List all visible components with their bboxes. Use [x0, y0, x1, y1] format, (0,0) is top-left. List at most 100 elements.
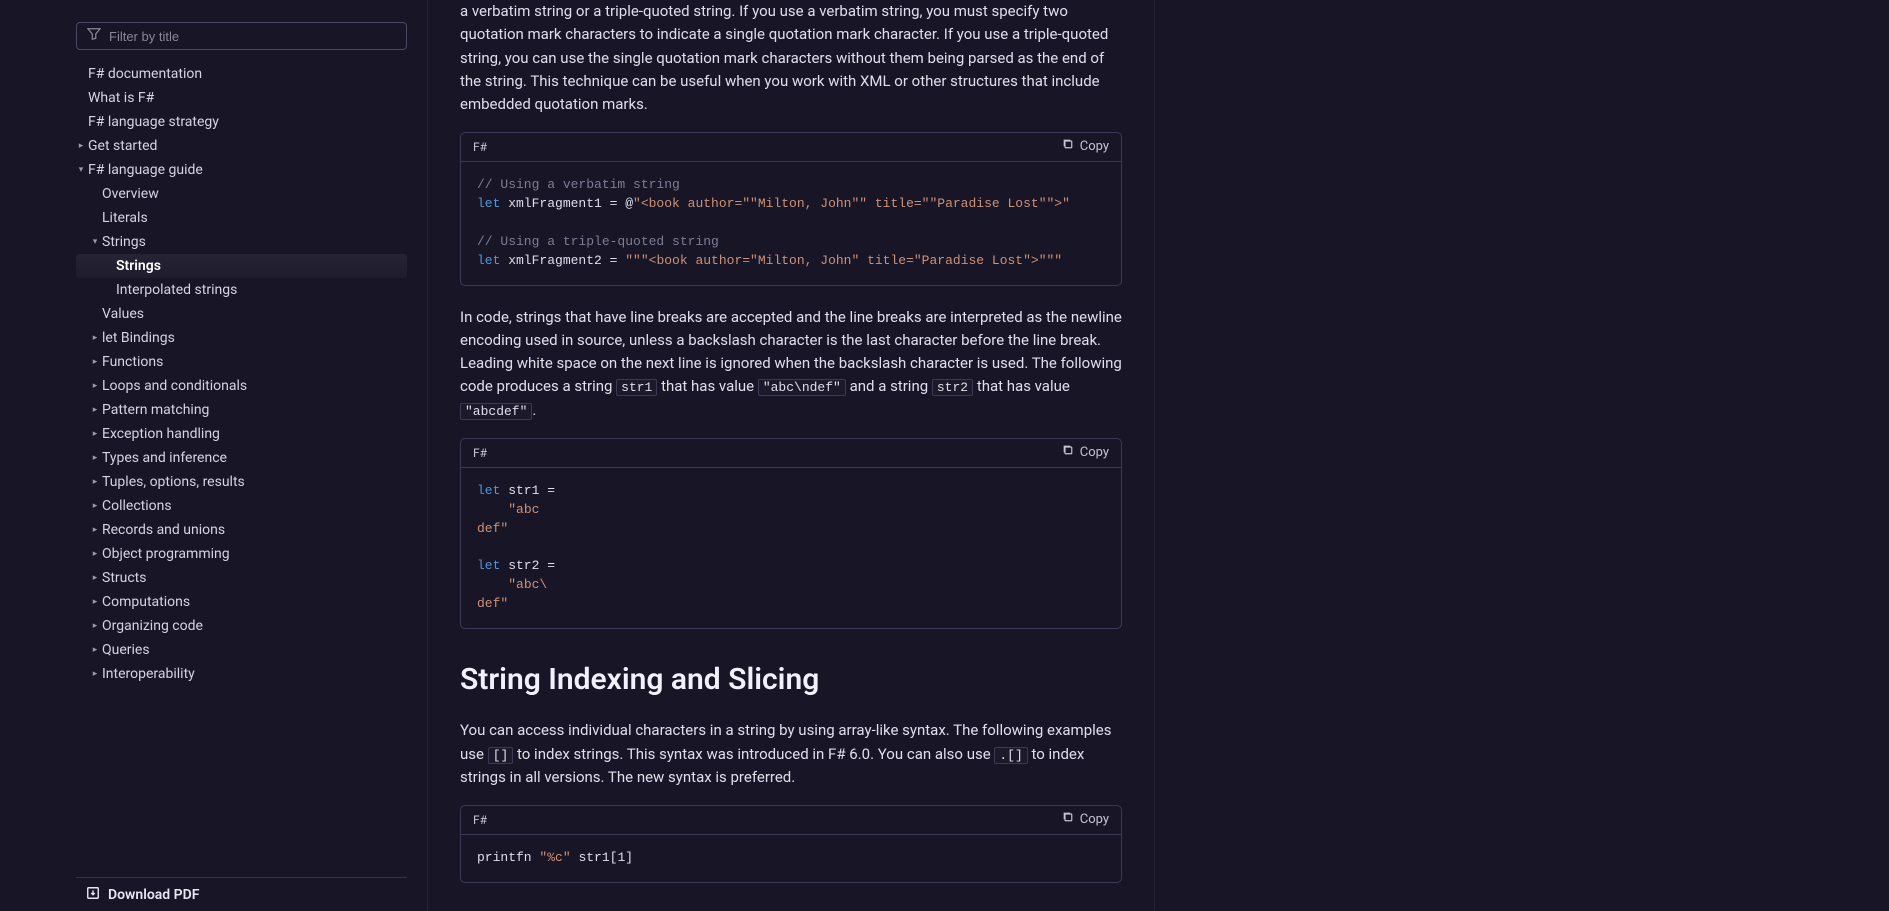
toc-item-label: Get started — [88, 138, 157, 154]
toc-item[interactable]: ▸Tuples, options, results — [76, 470, 407, 494]
toc-item-label: Computations — [102, 594, 190, 610]
chevron-right-icon: ▸ — [90, 333, 100, 343]
copy-icon — [1062, 137, 1074, 157]
toc-item[interactable]: Overview — [76, 182, 407, 206]
toc-item[interactable]: ▸Organizing code — [76, 614, 407, 638]
code-block: F# Copy printfn "%c" str1[1] — [460, 805, 1122, 883]
right-gutter — [1155, 0, 1889, 911]
toc-item[interactable]: Values — [76, 302, 407, 326]
chevron-down-icon: ▾ — [76, 165, 86, 175]
toc-item-label: Interoperability — [102, 666, 195, 682]
download-pdf-button[interactable]: Download PDF — [76, 877, 407, 911]
chevron-right-icon: ▸ — [90, 621, 100, 631]
toc-item[interactable]: ▸Pattern matching — [76, 398, 407, 422]
download-icon — [86, 886, 100, 904]
toc-item[interactable]: ▸Exception handling — [76, 422, 407, 446]
toc-item[interactable]: ▸Object programming — [76, 542, 407, 566]
chevron-right-icon: ▸ — [90, 645, 100, 655]
copy-icon — [1062, 810, 1074, 830]
toc-item[interactable]: ▸Queries — [76, 638, 407, 662]
toc-item-label: Functions — [102, 354, 163, 370]
chevron-right-icon: ▸ — [90, 477, 100, 487]
toc-item[interactable]: ▸Get started — [76, 134, 407, 158]
chevron-right-icon: ▸ — [90, 549, 100, 559]
toc-item[interactable]: ▸Structs — [76, 566, 407, 590]
filter-box[interactable] — [76, 22, 407, 50]
chevron-right-icon: ▸ — [90, 501, 100, 511]
toc-item-label: Exception handling — [102, 426, 220, 442]
chevron-right-icon: ▸ — [90, 381, 100, 391]
toc-item-label: Types and inference — [102, 450, 227, 466]
article-content: a verbatim string or a triple-quoted str… — [428, 0, 1155, 911]
code-block: F# Copy let str1 = "abc def" let str2 = … — [460, 438, 1122, 629]
table-of-contents: F# documentation What is F# F# language st… — [76, 62, 407, 877]
toc-item-label: Records and unions — [102, 522, 225, 538]
toc-item-label: Strings — [102, 234, 146, 250]
chevron-right-icon: ▸ — [90, 525, 100, 535]
toc-item-label: Organizing code — [102, 618, 203, 634]
toc-item-label: Structs — [102, 570, 147, 586]
toc-item[interactable]: ▸Computations — [76, 590, 407, 614]
toc-item[interactable]: ▾Strings — [76, 230, 407, 254]
inline-code: "abc\ndef" — [758, 379, 846, 396]
filter-icon — [87, 27, 101, 45]
code-content: printfn "%c" str1[1] — [461, 835, 1121, 882]
toc-item-label: F# documentation — [88, 66, 202, 82]
toc-item[interactable]: ▸Records and unions — [76, 518, 407, 542]
toc-item[interactable]: ▸Loops and conditionals — [76, 374, 407, 398]
toc-item-label: Strings — [116, 258, 161, 274]
copy-button[interactable]: Copy — [1062, 810, 1109, 830]
filter-input[interactable] — [101, 29, 396, 44]
code-lang-label: F# — [473, 811, 487, 830]
toc-item[interactable]: ▸Functions — [76, 350, 407, 374]
inline-code: str1 — [616, 379, 657, 396]
toc-item-label: Object programming — [102, 546, 230, 562]
sidebar: F# documentation What is F# F# language st… — [0, 0, 428, 911]
code-lang-label: F# — [473, 138, 487, 157]
chevron-right-icon: ▸ — [90, 597, 100, 607]
toc-item[interactable]: F# language strategy — [76, 110, 407, 134]
download-label: Download PDF — [108, 887, 199, 903]
toc-item-label: Interpolated strings — [116, 282, 237, 298]
chevron-right-icon: ▸ — [90, 573, 100, 583]
section-heading: String Indexing and Slicing — [460, 657, 1122, 704]
toc-item[interactable]: F# documentation — [76, 62, 407, 86]
copy-button[interactable]: Copy — [1062, 443, 1109, 463]
inline-code: str2 — [932, 379, 973, 396]
toc-item-label: F# language guide — [88, 162, 203, 178]
paragraph: a verbatim string or a triple-quoted str… — [460, 0, 1122, 116]
copy-button[interactable]: Copy — [1062, 137, 1109, 157]
toc-item[interactable]: ▸Collections — [76, 494, 407, 518]
toc-item-label: Literals — [102, 210, 148, 226]
chevron-right-icon: ▸ — [90, 669, 100, 679]
copy-label: Copy — [1080, 810, 1109, 830]
toc-item[interactable]: Interpolated strings — [76, 278, 407, 302]
toc-item[interactable]: Literals — [76, 206, 407, 230]
toc-item[interactable]: ▸let Bindings — [76, 326, 407, 350]
code-content: let str1 = "abc def" let str2 = "abc\ de… — [461, 468, 1121, 628]
toc-item[interactable]: What is F# — [76, 86, 407, 110]
toc-item[interactable]: ▸Interoperability — [76, 662, 407, 686]
toc-item-label: Overview — [102, 186, 159, 202]
toc-item[interactable]: ▾F# language guide — [76, 158, 407, 182]
copy-label: Copy — [1080, 443, 1109, 463]
chevron-right-icon: ▸ — [90, 453, 100, 463]
toc-item-label: Collections — [102, 498, 172, 514]
toc-item-label: Tuples, options, results — [102, 474, 245, 490]
chevron-right-icon: ▸ — [90, 429, 100, 439]
inline-code: "abcdef" — [460, 403, 532, 420]
toc-item-label: Loops and conditionals — [102, 378, 247, 394]
chevron-right-icon: ▸ — [90, 357, 100, 367]
code-content: // Using a verbatim string let xmlFragme… — [461, 162, 1121, 284]
chevron-right-icon: ▸ — [90, 405, 100, 415]
chevron-right-icon: ▸ — [76, 141, 86, 151]
toc-item-label: Queries — [102, 642, 150, 658]
toc-item[interactable]: Strings — [76, 254, 407, 278]
toc-item-label: Pattern matching — [102, 402, 209, 418]
copy-icon — [1062, 443, 1074, 463]
copy-label: Copy — [1080, 137, 1109, 157]
toc-item-label: Values — [102, 306, 144, 322]
inline-code: .[] — [994, 747, 1027, 764]
toc-item[interactable]: ▸Types and inference — [76, 446, 407, 470]
toc-item-label: What is F# — [88, 90, 154, 106]
